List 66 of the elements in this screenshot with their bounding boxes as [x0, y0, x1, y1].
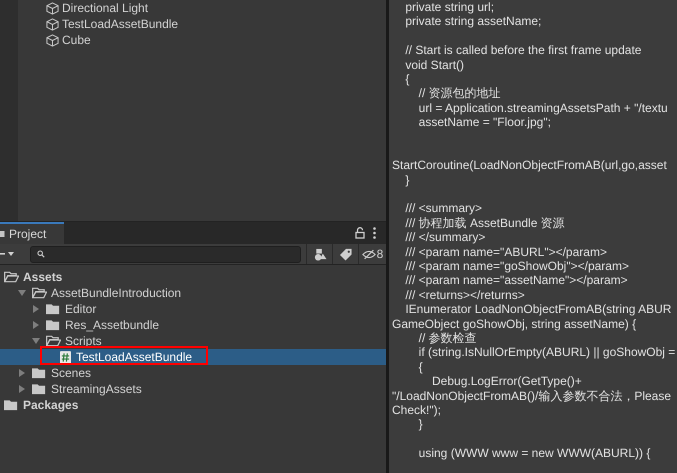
code-line: IEnumerator LoadNonObjectFromAB(string ABUR — [404, 302, 672, 317]
search-field[interactable] — [30, 246, 301, 262]
code-line: // Start is called before the first frame update — [404, 43, 642, 58]
code-line: /// </summary> — [404, 230, 486, 245]
tree-item[interactable]: Scripts — [65, 334, 102, 348]
folder-icon — [0, 229, 6, 239]
code-line: } — [418, 417, 424, 432]
code-line: /// <returns></returns> — [404, 288, 526, 302]
hierarchy-item[interactable]: Cube — [62, 32, 91, 48]
folder-icon — [32, 367, 47, 379]
code-line: Check!"); — [392, 402, 442, 418]
tree-item[interactable]: Scenes — [51, 366, 92, 380]
tree-item[interactable]: Assets — [23, 270, 62, 284]
code-line: // 资源包的地址 — [418, 86, 502, 101]
expand-arrow-icon[interactable] — [18, 289, 26, 297]
hierarchy-item[interactable]: TestLoadAssetBundle — [62, 16, 178, 32]
code-line: using (WWW www = new WWW(ABURL)) { — [418, 446, 652, 460]
more-options-icon[interactable] — [373, 227, 376, 239]
cube-icon — [46, 34, 59, 46]
hidden-packages-button[interactable]: 8 — [358, 244, 386, 264]
code-line: StartCoroutine(LoadNonObjectFromAB(url,go,asset — [392, 158, 668, 173]
expand-arrow-icon[interactable] — [32, 305, 40, 313]
code-line: GameObject goShowObj, string assetName) { — [392, 316, 638, 331]
code-line: { — [404, 72, 410, 86]
tree-item[interactable]: Editor — [65, 302, 96, 316]
code-line: // 参数检查 — [418, 330, 478, 346]
expand-arrow-icon[interactable] — [18, 369, 26, 377]
code-line: /// 协程加载 AssetBundle 资源 — [404, 216, 566, 230]
tree-item[interactable]: Packages — [23, 398, 78, 412]
tree-item[interactable]: AssetBundleIntroduction — [51, 286, 182, 300]
code-line: /// <param name="assetName"></param> — [404, 273, 629, 288]
folder-icon — [46, 303, 61, 315]
shapes-icon — [312, 248, 326, 260]
code-line: if (string.IsNullOrEmpty(ABURL) || goShowObj = — [418, 345, 676, 360]
code-line: url = Application.streamingAssetsPath + "/textu — [418, 100, 669, 116]
folder-icon — [46, 319, 61, 331]
cube-icon — [46, 2, 59, 14]
eye-slash-icon — [362, 248, 376, 260]
expand-arrow-icon[interactable] — [32, 321, 40, 329]
code-line: /// <summary> — [404, 201, 484, 216]
script-file-icon — [60, 350, 71, 364]
lock-icon[interactable] — [355, 227, 365, 239]
code-line: void Start() — [404, 58, 466, 72]
code-line: private string assetName; — [404, 14, 542, 29]
code-line: Debug.LogError(GetType()+ — [431, 374, 583, 389]
code-line: "/LoadNonObjectFromAB()/输入参数不合法，Please — [392, 388, 672, 403]
search-icon — [37, 250, 45, 258]
tree-item[interactable]: StreamingAssets — [51, 382, 142, 396]
code-line: assetName = "Floor.jpg"; — [418, 115, 552, 130]
cube-icon — [46, 18, 59, 30]
open-folder-icon — [46, 335, 61, 347]
expand-arrow-icon[interactable] — [18, 385, 26, 393]
hierarchy-item[interactable]: Directional Light — [62, 0, 148, 16]
code-line: { — [418, 360, 424, 374]
open-folder-icon — [4, 271, 19, 283]
code-line: private string url; — [404, 0, 496, 14]
tree-item[interactable]: Res_Assetbundle — [65, 318, 160, 332]
folder-icon — [4, 399, 19, 411]
folder-icon — [32, 383, 47, 395]
tag-icon — [338, 248, 352, 260]
code-line: } — [404, 172, 410, 188]
code-line: /// <param name="ABURL"></param> — [404, 244, 608, 260]
code-line: /// <param name="goShowObj"></param> — [404, 259, 630, 274]
open-folder-icon — [32, 287, 47, 299]
expand-arrow-icon[interactable] — [32, 337, 40, 345]
project-tab[interactable]: Project — [0, 222, 64, 244]
